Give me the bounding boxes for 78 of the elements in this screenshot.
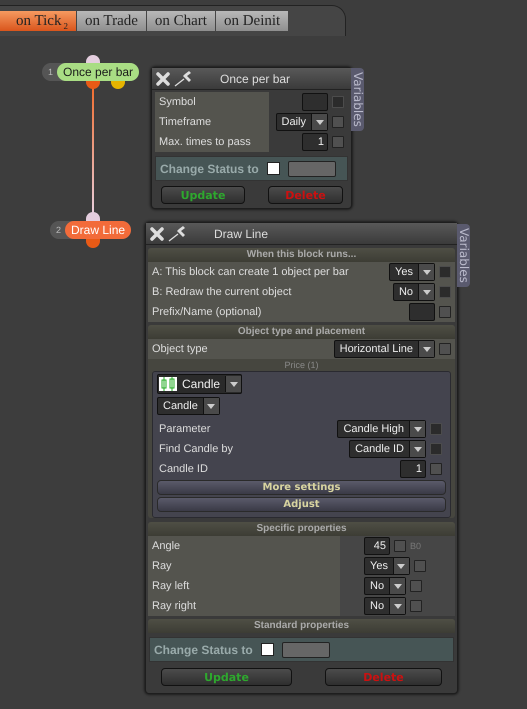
field-label: Max. times to pass (155, 132, 269, 152)
section-header[interactable]: Specific properties (148, 522, 455, 536)
checkbox[interactable] (430, 463, 442, 475)
node[interactable]: 1 Once per bar (42, 63, 140, 81)
candlestick-icon (159, 377, 177, 391)
field-label: A: This block can create 1 object per bar (152, 266, 349, 278)
input-field[interactable]: 45 (364, 537, 390, 555)
checkbox[interactable] (394, 540, 406, 552)
field-label: Parameter (159, 423, 210, 435)
dropdown[interactable]: Horizontal Line (334, 340, 435, 358)
caret-icon (414, 426, 422, 432)
tab[interactable]: on Trade (76, 11, 146, 31)
dropdown[interactable]: No (364, 597, 406, 615)
dropdown[interactable]: Daily (276, 113, 328, 131)
field-label: Timeframe (155, 112, 269, 132)
node-number: 1 (47, 67, 54, 77)
status-label: Change Status to (160, 162, 259, 176)
block-title: Draw Line (214, 226, 268, 240)
close-icon[interactable] (150, 226, 164, 240)
caret-icon (397, 564, 406, 568)
dropdown[interactable]: Candle (157, 374, 242, 394)
caret-icon (414, 446, 422, 452)
tab[interactable]: on Deinit (216, 11, 288, 31)
node-number: 2 (55, 225, 62, 235)
checkbox[interactable] (410, 600, 422, 612)
caret-icon (422, 290, 430, 294)
dropdown[interactable]: No (364, 577, 406, 595)
group-label: Price (1) (283, 359, 320, 371)
field-label: B: Redraw the current object (152, 286, 292, 298)
checkbox[interactable] (332, 136, 344, 148)
input-field[interactable]: 1 (302, 133, 328, 151)
caret-icon (422, 270, 430, 274)
expand-button[interactable]: Adjust (157, 497, 446, 512)
field-label: Ray left (152, 580, 190, 592)
color-swatch[interactable] (282, 642, 330, 658)
close-icon[interactable] (156, 72, 170, 86)
caret-icon (207, 404, 216, 408)
checkbox[interactable] (439, 306, 451, 318)
dropdown[interactable]: Yes (364, 557, 410, 575)
field-label: Ray right (152, 600, 198, 612)
field-label: Symbol (155, 92, 269, 112)
section-header[interactable]: When this block runs... (148, 248, 455, 262)
checkbox[interactable] (410, 580, 422, 592)
status-label: Change Status to (154, 642, 253, 656)
tab[interactable]: on Tick$_{2}$ (0, 11, 76, 31)
input-field[interactable]: 1 (400, 460, 426, 478)
color-swatch[interactable] (288, 160, 336, 176)
checkbox[interactable] (414, 560, 426, 572)
caret-icon (394, 584, 402, 588)
checkbox[interactable] (266, 162, 280, 175)
dropdown[interactable]: Candle (157, 397, 220, 415)
field-label: Prefix/Name (optional) (152, 306, 262, 318)
field-label: Object type (152, 343, 208, 355)
section-header[interactable]: Standard properties (148, 619, 455, 633)
expand-button[interactable]: More settings (157, 480, 446, 495)
node[interactable]: 2 Draw Line (50, 221, 132, 239)
field-label: Candle ID (159, 463, 208, 475)
field-label: Find Candle by (159, 443, 233, 455)
checkbox[interactable] (332, 116, 344, 128)
block-title: Once per bar (220, 72, 290, 86)
field-label: Angle (152, 540, 182, 552)
caret-icon (316, 120, 324, 124)
field-label: Ray (152, 560, 173, 572)
node-label: Once per bar (57, 63, 140, 81)
update-button[interactable]: Update (161, 668, 292, 686)
input-field[interactable] (302, 93, 328, 111)
side-tab[interactable]: Variables (457, 224, 470, 287)
checkbox[interactable] (439, 343, 451, 355)
side-tab[interactable]: Variables (351, 68, 364, 131)
caret-icon (422, 346, 430, 352)
input-field[interactable] (409, 303, 435, 321)
tab[interactable]: on Chart (146, 11, 215, 31)
node-label: Draw Line (65, 221, 132, 239)
update-button[interactable]: Update (161, 186, 245, 204)
caret-icon (230, 382, 238, 386)
section-header[interactable]: Object type and placement (148, 325, 455, 339)
checkbox[interactable] (260, 643, 274, 656)
caret-icon (394, 604, 402, 608)
